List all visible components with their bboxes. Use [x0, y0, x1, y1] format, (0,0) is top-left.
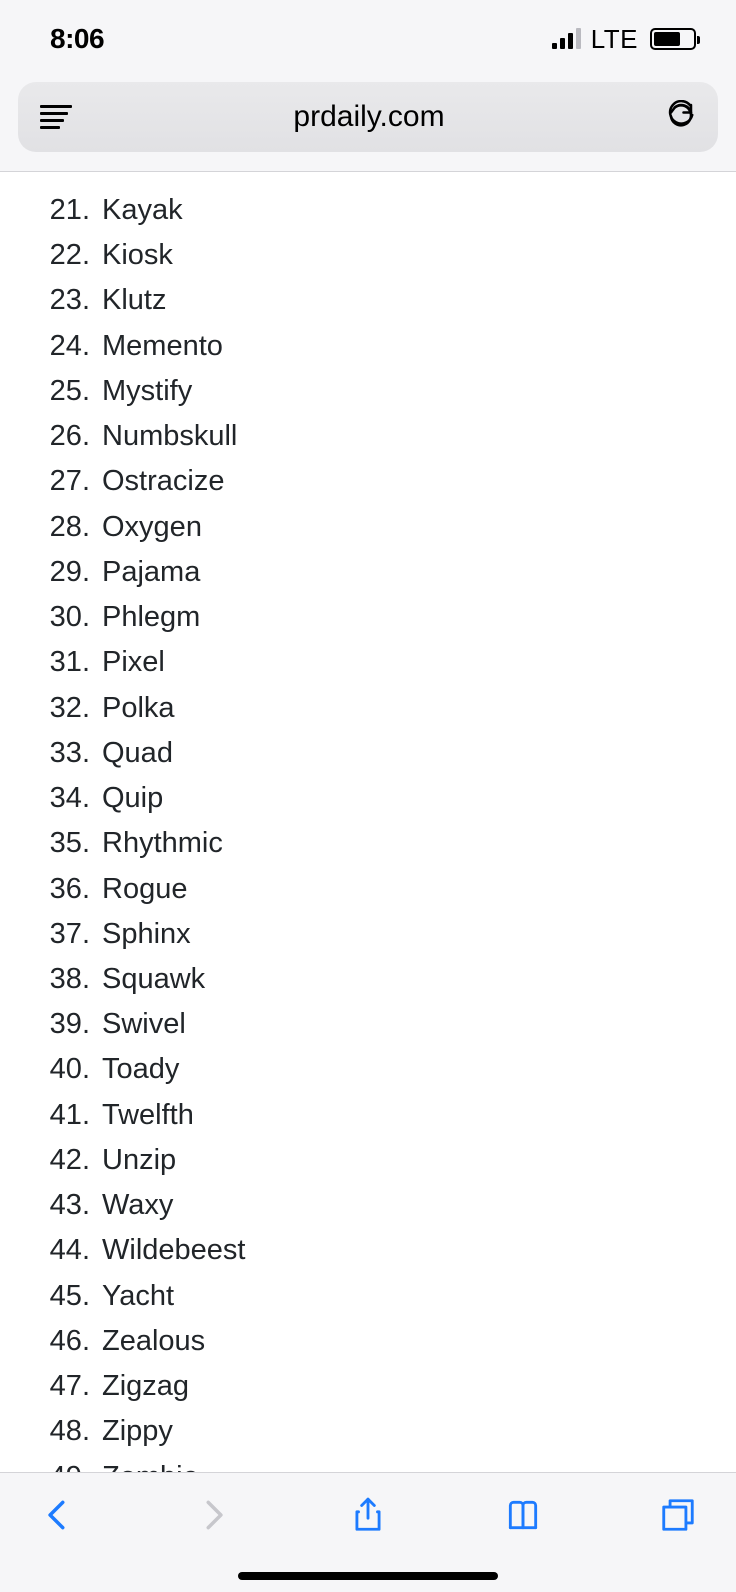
list-item: Toady [30, 1047, 706, 1092]
list-item: Twelfth [30, 1093, 706, 1138]
page-content[interactable]: KayakKioskKlutzMementoMystifyNumbskullOs… [0, 172, 736, 1560]
divider [0, 152, 736, 172]
list-item: Pixel [30, 640, 706, 685]
tabs-button[interactable] [656, 1493, 700, 1537]
list-item: Memento [30, 324, 706, 369]
status-right: LTE [552, 24, 696, 55]
bookmarks-button[interactable] [501, 1493, 545, 1537]
list-item: Quad [30, 731, 706, 776]
list-item: Kayak [30, 188, 706, 233]
status-bar: 8:06 LTE [0, 0, 736, 78]
list-item: Polka [30, 686, 706, 731]
address-bar[interactable]: prdaily.com [18, 82, 718, 152]
status-time: 8:06 [50, 23, 104, 55]
list-item: Yacht [30, 1274, 706, 1319]
cellular-signal-icon [552, 29, 581, 49]
list-item: Numbskull [30, 414, 706, 459]
url-text[interactable]: prdaily.com [72, 100, 666, 134]
network-type: LTE [591, 24, 638, 55]
list-item: Waxy [30, 1183, 706, 1228]
list-item: Wildebeest [30, 1228, 706, 1273]
list-item: Unzip [30, 1138, 706, 1183]
list-item: Zippy [30, 1409, 706, 1454]
list-item: Zigzag [30, 1364, 706, 1409]
list-item: Phlegm [30, 595, 706, 640]
list-item: Sphinx [30, 912, 706, 957]
list-item: Zealous [30, 1319, 706, 1364]
back-button[interactable] [36, 1493, 80, 1537]
list-item: Kiosk [30, 233, 706, 278]
home-indicator[interactable] [238, 1572, 498, 1580]
list-item: Squawk [30, 957, 706, 1002]
reader-view-icon[interactable] [40, 105, 72, 129]
list-item: Mystify [30, 369, 706, 414]
forward-button [191, 1493, 235, 1537]
list-item: Oxygen [30, 505, 706, 550]
list-item: Rhythmic [30, 821, 706, 866]
list-item: Klutz [30, 278, 706, 323]
reload-icon[interactable] [666, 100, 696, 135]
battery-icon [650, 28, 696, 50]
list-item: Pajama [30, 550, 706, 595]
word-list: KayakKioskKlutzMementoMystifyNumbskullOs… [30, 188, 706, 1500]
list-item: Swivel [30, 1002, 706, 1047]
list-item: Ostracize [30, 459, 706, 504]
share-button[interactable] [346, 1493, 390, 1537]
list-item: Rogue [30, 867, 706, 912]
list-item: Quip [30, 776, 706, 821]
